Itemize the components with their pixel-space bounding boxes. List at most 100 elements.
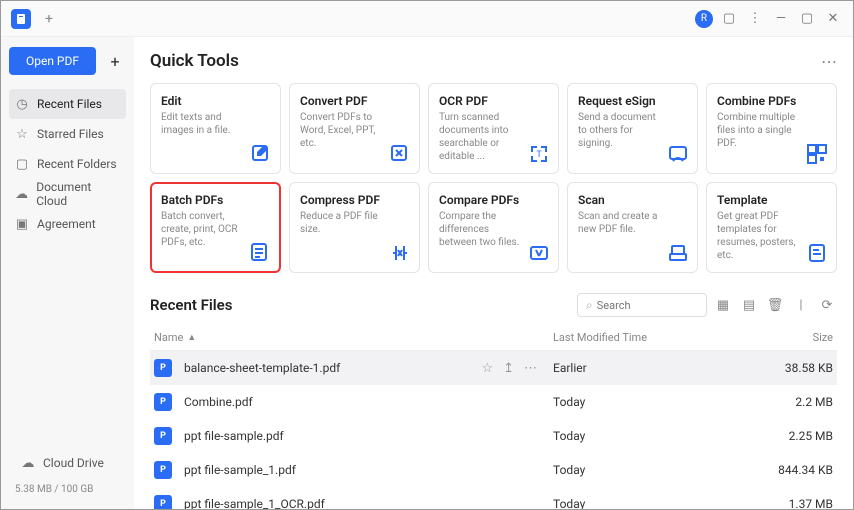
pdf-file-icon: P (154, 359, 172, 377)
home-tab-icon[interactable] (11, 9, 31, 29)
sidebar-item[interactable]: ☆ Starred Files (9, 119, 126, 149)
titlebar: + R ▢ ⋮ — ▢ ✕ (1, 1, 853, 37)
cloud-drive-label: Cloud Drive (43, 456, 104, 470)
search-input[interactable] (597, 299, 698, 312)
maximize-icon[interactable]: ▢ (797, 9, 817, 29)
close-icon[interactable]: ✕ (823, 9, 843, 29)
table-header: Name ▲ Last Modified Time Size (150, 325, 837, 351)
more-icon[interactable]: ⋯ (524, 361, 537, 376)
cloud-drive-item[interactable]: ☁ Cloud Drive (15, 448, 120, 478)
tool-card[interactable]: TemplateGet great PDF templates for resu… (706, 182, 837, 273)
file-size: 844.34 KB (753, 463, 833, 477)
tool-card[interactable]: Scan Scan and create a new PDF file. (567, 182, 698, 273)
file-time: Today (553, 463, 753, 477)
card-title: Compare PDFs (439, 193, 548, 207)
quick-tools-title: Quick Tools (150, 51, 239, 71)
card-title: OCR PDF (439, 94, 548, 108)
sidebar-item[interactable]: ☁Document Cloud (9, 179, 126, 209)
file-row[interactable]: Pppt file-sample.pdf Today2.25 MB (150, 419, 837, 453)
card-title: Combine PDFs (717, 94, 826, 108)
card-title: Batch PDFs (161, 193, 270, 207)
file-row[interactable]: Pbalance-sheet-template-1.pdf ☆ ↥ ⋯ Earlier3… (150, 351, 837, 385)
divider: | (791, 295, 811, 315)
column-time[interactable]: Last Modified Time (553, 331, 753, 344)
file-row[interactable]: Pppt file-sample_1.pdf Today844.34 KB (150, 453, 837, 487)
pdf-file-icon: P (154, 495, 172, 509)
sidebar-icon: ▣ (15, 217, 29, 232)
card-desc: Edit texts and images in a file. (161, 111, 270, 137)
card-icon: T (528, 143, 550, 165)
new-tab-icon[interactable]: + (45, 11, 53, 27)
upload-icon[interactable]: ↥ (503, 361, 514, 376)
pdf-file-icon: P (154, 427, 172, 445)
tool-card[interactable]: Request eSignSend a document to others f… (567, 83, 698, 174)
sort-arrow-icon: ▲ (187, 332, 196, 343)
file-size: 38.58 KB (753, 361, 833, 375)
tool-card[interactable]: Compress PDFReduce a PDF file size. (289, 182, 420, 273)
sidebar-icon: ▢ (15, 157, 29, 172)
card-icon (667, 242, 689, 264)
file-size: 1.37 MB (753, 497, 833, 509)
sidebar: Open PDF + ◷ Recent Files ☆ Starred Files ▢ R… (1, 37, 134, 509)
card-title: Scan (578, 193, 687, 207)
card-title: Request eSign (578, 94, 687, 108)
sidebar-icon: ☆ (15, 127, 29, 142)
file-time: Today (553, 497, 753, 509)
tool-card[interactable]: Combine PDFsCombine multiple files into … (706, 83, 837, 174)
tool-card[interactable]: OCR PDFTurn scanned documents into searc… (428, 83, 559, 174)
sidebar-label: Starred Files (37, 127, 104, 141)
sidebar-item[interactable]: ▢ Recent Folders (9, 149, 126, 179)
sidebar-item[interactable]: ▣ Agreement (9, 209, 126, 239)
column-size[interactable]: Size (753, 331, 833, 344)
card-desc: Reduce a PDF file size. (300, 210, 409, 236)
sidebar-item[interactable]: ◷ Recent Files (9, 89, 126, 119)
tile-view-icon[interactable]: ▤ (739, 295, 759, 315)
column-name[interactable]: Name ▲ (154, 331, 553, 344)
tool-card[interactable]: Compare PDFsCompare the differences betw… (428, 182, 559, 273)
search-box[interactable]: ⌕ (577, 293, 707, 317)
card-desc: Scan and create a new PDF file. (578, 210, 687, 236)
card-icon (806, 242, 828, 264)
file-name: ppt file-sample_1_OCR.pdf (184, 497, 325, 509)
card-icon (528, 242, 550, 264)
pdf-file-icon: P (154, 461, 172, 479)
file-name: ppt file-sample_1.pdf (184, 463, 296, 477)
pdf-file-icon: P (154, 393, 172, 411)
quick-tools-grid: Edit Edit texts and images in a file. Conv… (150, 83, 837, 273)
storage-text: 5.38 MB / 100 GB (15, 484, 120, 495)
card-title: Edit (161, 94, 270, 108)
message-icon[interactable]: ▢ (719, 9, 739, 29)
refresh-icon[interactable]: ⟳ (817, 295, 837, 315)
svg-text:T: T (536, 150, 542, 160)
file-time: Today (553, 429, 753, 443)
tool-card[interactable]: Edit Edit texts and images in a file. (150, 83, 281, 174)
file-row[interactable]: Pppt file-sample_1_OCR.pdf Today1.37 MB (150, 487, 837, 509)
file-name: Combine.pdf (184, 395, 253, 409)
user-avatar[interactable]: R (695, 10, 713, 28)
sidebar-label: Recent Folders (37, 157, 117, 171)
file-size: 2.25 MB (753, 429, 833, 443)
sidebar-label: Document Cloud (36, 180, 120, 208)
tool-card[interactable]: Batch PDFsBatch convert, create, print, … (150, 182, 281, 273)
star-icon[interactable]: ☆ (481, 361, 493, 376)
card-icon (389, 242, 411, 264)
quick-more-icon[interactable]: ⋯ (821, 52, 837, 71)
card-icon (250, 143, 272, 165)
file-name: balance-sheet-template-1.pdf (184, 361, 340, 375)
main-content: Quick Tools ⋯ Edit Edit texts and images … (134, 37, 853, 509)
tool-card[interactable]: Convert PDFConvert PDFs to Word, Excel, … (289, 83, 420, 174)
file-size: 2.2 MB (753, 395, 833, 409)
card-title: Convert PDF (300, 94, 409, 108)
open-pdf-button[interactable]: Open PDF (9, 47, 96, 75)
minimize-icon[interactable]: — (771, 9, 791, 29)
file-row[interactable]: PCombine.pdfToday2.2 MB (150, 385, 837, 419)
sidebar-label: Agreement (37, 217, 96, 231)
file-name: ppt file-sample.pdf (184, 429, 284, 443)
menu-icon[interactable]: ⋮ (745, 9, 765, 29)
file-time: Earlier (553, 361, 753, 375)
delete-icon[interactable]: 🗑 (765, 295, 785, 315)
sidebar-label: Recent Files (37, 97, 102, 111)
sidebar-icon: ◷ (15, 97, 29, 112)
grid-view-icon[interactable]: ▦ (713, 295, 733, 315)
add-button[interactable]: + (104, 50, 126, 72)
